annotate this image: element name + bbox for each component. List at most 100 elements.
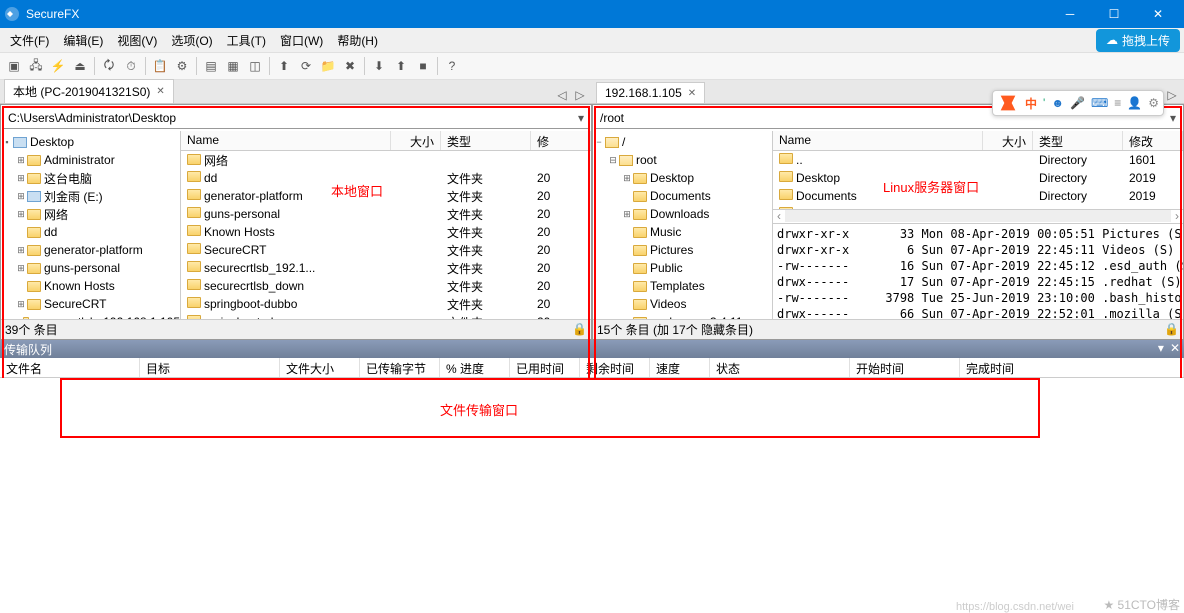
qcol-size[interactable]: 文件大小 xyxy=(280,358,360,377)
tree-root[interactable]: Desktop xyxy=(30,135,74,149)
tree-item[interactable]: ⊞刘金雨 (E:) xyxy=(1,187,180,205)
qcol-speed[interactable]: 速度 xyxy=(650,358,710,377)
up-icon[interactable]: ⬆ xyxy=(274,56,294,76)
qcol-start[interactable]: 开始时间 xyxy=(850,358,960,377)
tree-item[interactable]: ⊞generator-platform xyxy=(1,241,180,259)
menu-options[interactable]: 选项(O) xyxy=(165,29,218,52)
view2-icon[interactable]: ▦ xyxy=(223,56,243,76)
props-icon[interactable]: 📋 xyxy=(150,56,170,76)
tree-item[interactable]: ⊞Downloads xyxy=(593,205,772,223)
ime-user-icon[interactable]: 👤 xyxy=(1127,96,1142,110)
col-size[interactable]: 大小 xyxy=(983,131,1033,150)
qcol-progress[interactable]: % 进度 xyxy=(440,358,510,377)
view1-icon[interactable]: ▤ xyxy=(201,56,221,76)
tree-item[interactable]: dd xyxy=(1,223,180,241)
col-mod[interactable]: 修 xyxy=(531,131,591,150)
ime-toolbar[interactable]: 中 ' ☻ 🎤 ⌨ ≡ 👤 ⚙ xyxy=(992,90,1164,116)
tree-item[interactable]: ⊟root xyxy=(593,151,772,169)
list-row[interactable]: generator-platform文件夹20 xyxy=(181,187,591,205)
queue-menu-icon[interactable]: ▾ xyxy=(1158,341,1164,357)
tree-item[interactable]: Videos xyxy=(593,295,772,313)
connect-icon[interactable]: 🖧 xyxy=(26,56,46,76)
stop-icon[interactable]: ■ xyxy=(413,56,433,76)
expand-icon[interactable]: ⊞ xyxy=(15,299,27,310)
queue-close-icon[interactable]: ✕ xyxy=(1170,341,1180,357)
list-row[interactable]: DesktopDirectory2019 xyxy=(773,169,1183,187)
local-path-input[interactable]: C:\Users\Administrator\Desktop ▾ xyxy=(3,107,589,129)
menu-view[interactable]: 视图(V) xyxy=(111,29,163,52)
list-row[interactable]: SecureCRT文件夹20 xyxy=(181,241,591,259)
tree-item[interactable]: Pictures xyxy=(593,241,772,259)
list-row[interactable]: Known Hosts文件夹20 xyxy=(181,223,591,241)
expand-icon[interactable]: ⊞ xyxy=(621,173,633,184)
settings-icon[interactable]: ⚙ xyxy=(172,56,192,76)
expand-icon[interactable]: ⊞ xyxy=(621,209,633,220)
maximize-button[interactable]: ☐ xyxy=(1092,0,1136,28)
ime-keyboard-icon[interactable]: ⌨ xyxy=(1091,96,1108,110)
menu-tools[interactable]: 工具(T) xyxy=(221,29,272,52)
ime-mic-icon[interactable]: 🎤 xyxy=(1070,96,1085,110)
col-type[interactable]: 类型 xyxy=(441,131,531,150)
delete-icon[interactable]: ✖ xyxy=(340,56,360,76)
download-icon[interactable]: ⬇ xyxy=(369,56,389,76)
ime-punct-icon[interactable]: ' xyxy=(1043,96,1045,110)
tab-local[interactable]: 本地 (PC-2019041321S0) ✕ xyxy=(4,79,174,103)
hscrollbar[interactable]: ‹› xyxy=(773,209,1183,223)
expand-icon[interactable]: ⊟ xyxy=(607,155,619,166)
menu-file[interactable]: 文件(F) xyxy=(4,29,55,52)
list-row[interactable]: ..Directory1601 xyxy=(773,151,1183,169)
tree-item[interactable]: Public xyxy=(593,259,772,277)
col-type[interactable]: 类型 xyxy=(1033,131,1123,150)
refresh-icon[interactable]: ⟳ xyxy=(296,56,316,76)
qcol-filename[interactable]: 文件名 xyxy=(0,358,140,377)
expand-icon[interactable]: ⊞ xyxy=(15,191,27,202)
menu-edit[interactable]: 编辑(E) xyxy=(57,29,109,52)
expand-icon[interactable]: ⊞ xyxy=(15,263,27,274)
ime-mode[interactable]: 中 xyxy=(1025,95,1037,112)
qcol-elapsed[interactable]: 已用时间 xyxy=(510,358,580,377)
list-row[interactable]: guns-personal文件夹20 xyxy=(181,205,591,223)
menu-window[interactable]: 窗口(W) xyxy=(274,29,329,52)
tree-root[interactable]: / xyxy=(622,135,625,149)
tree-item[interactable]: ⊞这台电脑 xyxy=(1,169,180,187)
tree-item[interactable]: Templates xyxy=(593,277,772,295)
close-icon[interactable]: ✕ xyxy=(688,88,696,99)
disconnect-icon[interactable]: ⏏ xyxy=(70,56,90,76)
remote-tree[interactable]: −/ ⊟root⊞DesktopDocuments⊞DownloadsMusic… xyxy=(593,131,773,319)
qcol-bytes[interactable]: 已传输字节 xyxy=(360,358,440,377)
close-button[interactable]: ✕ xyxy=(1136,0,1180,28)
list-row[interactable]: DocumentsDirectory2019 xyxy=(773,187,1183,205)
col-mod[interactable]: 修改 xyxy=(1123,131,1183,150)
qcol-remain[interactable]: 剩余时间 xyxy=(580,358,650,377)
tree-item[interactable]: ⊞guns-personal xyxy=(1,259,180,277)
menu-help[interactable]: 帮助(H) xyxy=(331,29,384,52)
view3-icon[interactable]: ◫ xyxy=(245,56,265,76)
tree-item[interactable]: ⊞网络 xyxy=(1,205,180,223)
tab-next-icon[interactable]: ▷ xyxy=(1164,87,1180,103)
local-tree[interactable]: ▪Desktop ⊞Administrator⊞这台电脑⊞刘金雨 (E:)⊞网络… xyxy=(1,131,181,319)
expand-icon[interactable]: ⊞ xyxy=(15,173,27,184)
ime-settings-icon[interactable]: ⚙ xyxy=(1148,96,1159,110)
newfolder-icon[interactable]: 📁 xyxy=(318,56,338,76)
tree-item[interactable]: ⊞Administrator xyxy=(1,151,180,169)
list-row[interactable]: dd文件夹20 xyxy=(181,169,591,187)
drag-upload-button[interactable]: ☁ 拖拽上传 xyxy=(1096,29,1180,52)
terminal-icon[interactable]: ▣ xyxy=(4,56,24,76)
expand-icon[interactable]: ⊞ xyxy=(15,245,27,256)
tree-item[interactable]: Documents xyxy=(593,187,772,205)
tree-item[interactable]: Music xyxy=(593,223,772,241)
tab-next-icon[interactable]: ▷ xyxy=(572,87,588,103)
dropdown-icon[interactable]: ▾ xyxy=(1170,111,1176,125)
sync-icon[interactable]: 🗘 xyxy=(99,56,119,76)
tree-item[interactable]: ⊞SecureCRT xyxy=(1,295,180,313)
minimize-button[interactable]: ─ xyxy=(1048,0,1092,28)
expand-icon[interactable]: ⊞ xyxy=(15,155,27,166)
reconnect-icon[interactable]: ⚡ xyxy=(48,56,68,76)
list-row[interactable]: 网络 xyxy=(181,151,591,169)
col-size[interactable]: 大小 xyxy=(391,131,441,150)
qcol-end[interactable]: 完成时间 xyxy=(960,358,1184,377)
list-row[interactable]: securecrtlsb_192.1...文件夹20 xyxy=(181,259,591,277)
ime-menu-icon[interactable]: ≡ xyxy=(1114,96,1121,110)
close-icon[interactable]: ✕ xyxy=(156,86,164,97)
dropdown-icon[interactable]: ▾ xyxy=(578,111,584,125)
